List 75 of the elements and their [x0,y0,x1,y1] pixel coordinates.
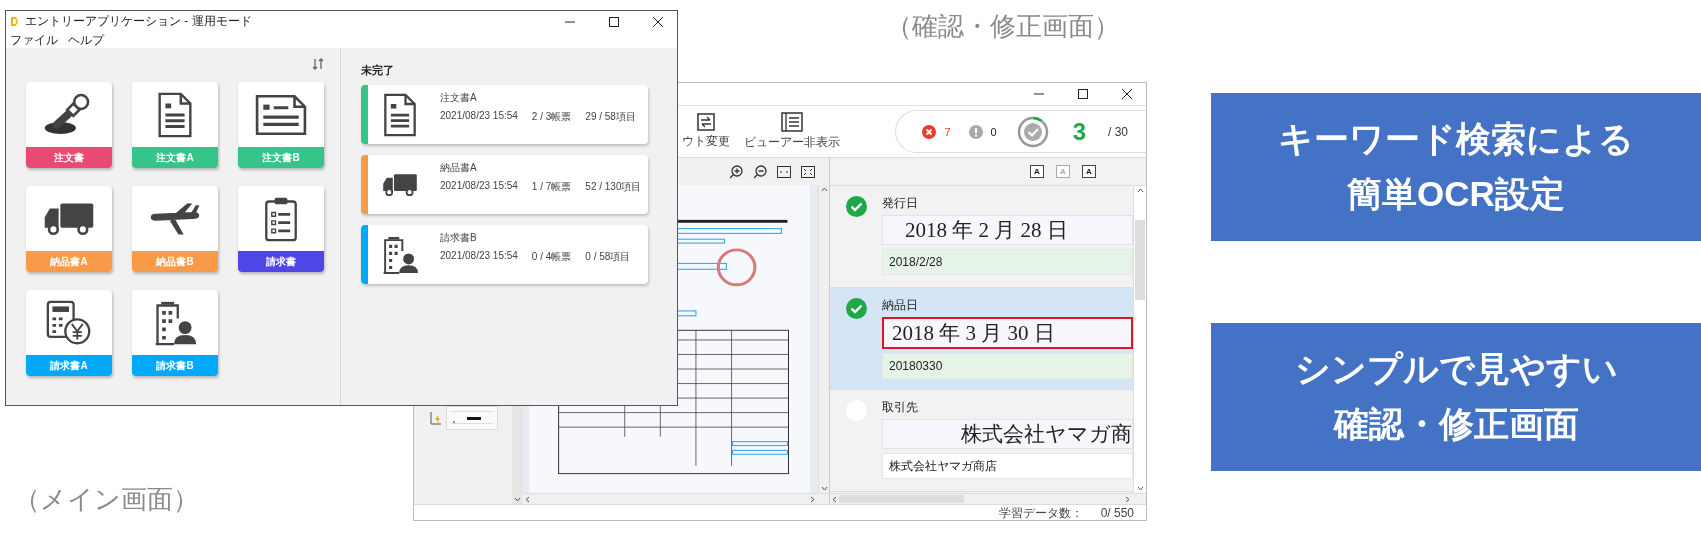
item-count: 0 / 58項目 [585,250,631,264]
form-count: 1 / 7帳票 [531,180,572,194]
field-label: 発行日 [882,195,918,212]
total-count: / 30 [1108,124,1128,139]
form-count: 0 / 4帳票 [531,250,572,264]
item-count: 29 / 58項目 [585,110,636,124]
scroll-left-icon[interactable] [523,494,532,504]
swap-layout-icon[interactable] [697,113,715,131]
status-value: 0/ 550 [1100,505,1134,520]
app-logo-icon [10,16,21,27]
scroll-down-icon[interactable] [819,484,829,493]
scroll-down-icon[interactable] [512,495,523,504]
scan-crop: 株式会社ヤマガ商 [882,419,1133,449]
fit-width-icon[interactable] [777,165,791,178]
scroll-up-icon[interactable] [819,185,829,194]
font-size-button[interactable]: A [1030,165,1044,178]
close-icon[interactable] [1122,89,1132,99]
card-date: 2021/08/23 15:54 [440,180,518,193]
sort-icon[interactable] [312,58,324,70]
scroll-left-icon[interactable] [830,494,839,504]
scan-crop: 2018 年 2 月 28 日 [882,215,1133,245]
document-type-tile[interactable]: 注文書 [26,82,112,168]
card-date: 2021/08/23 15:54 [440,250,518,263]
pending-card[interactable]: 納品書A 2021/08/23 15:54 1 / 7帳票 52 / 130項目 [361,155,648,214]
item-count: 52 / 130項目 [585,180,642,194]
pending-card[interactable]: 請求書B 2021/08/23 15:54 0 / 4帳票 0 / 58項目 [361,225,648,284]
document-type-tile[interactable]: 請求書 [238,186,324,272]
pending-card[interactable]: 注文書A 2021/08/23 15:54 2 / 3帳票 29 / 58項目 [361,85,648,144]
close-icon[interactable] [653,16,663,27]
scroll-right-icon[interactable] [1123,494,1132,504]
font-size-button[interactable]: A [1082,165,1096,178]
field-label: 納品日 [882,297,918,314]
value-field[interactable]: 2018/2/28 [882,249,1133,275]
section-heading: 未完了 [361,63,394,78]
scroll-right-icon[interactable] [808,494,817,504]
fit-page-icon[interactable] [801,165,815,178]
menu-item[interactable]: ヘルプ [68,33,104,47]
status-label: 学習データ数： [998,505,1083,520]
field-row[interactable]: 取引先 株式会社ヤマガ商 株式会社ヤマガ商店 [830,390,1133,492]
screen-caption: （確認・修正画面） [886,11,1120,41]
card-title: 請求書B [440,231,478,245]
callout-text: 簡単OCR設定 [1347,173,1565,215]
callout-text: キーワード検索による [1278,118,1634,160]
card-date: 2021/08/23 15:54 [440,110,518,123]
error-count: 7 [944,125,951,138]
card-title: 納品書A [440,161,478,175]
zoom-out-icon[interactable] [753,164,767,179]
card-title: 注文書A [440,91,478,105]
document-icon [382,92,418,137]
list-panel-icon[interactable] [781,112,803,132]
error-icon [922,124,937,139]
field-row[interactable]: 納品日 2018 年 3 月 30 日 20180330 [830,288,1133,390]
scroll-up-icon[interactable] [1135,186,1145,195]
callout-text: 確認・修正画面 [1333,403,1579,445]
done-count: 3 [1072,117,1086,146]
zoom-in-icon[interactable] [729,164,743,179]
form-count: 2 / 3帳票 [531,110,572,124]
toolbar-button[interactable]: ビューアー非表示 [744,106,840,157]
scan-crop: 2018 年 3 月 30 日 [882,317,1133,349]
value-field[interactable]: 20180330 [882,353,1133,379]
image-file-icon [430,411,442,425]
warning-count: 0 [990,125,997,138]
field-label: 取引先 [882,399,918,416]
field-row[interactable]: 発行日 2018 年 2 月 28 日 2018/2/28 [830,186,1133,288]
menu-item[interactable]: ファイル [10,33,58,47]
maximize-icon[interactable] [609,16,619,27]
callout-text: シンプルで見やすい [1294,348,1618,390]
scroll-down-icon[interactable] [1135,484,1145,493]
scrollbar-thumb[interactable] [1135,219,1145,300]
screen-caption: （メイン画面） [14,484,199,514]
warning-icon [968,124,983,139]
toolbar-button[interactable]: ウト変更 [682,106,730,157]
value-field[interactable]: 株式会社ヤマガ商店 [882,453,1133,479]
maximize-icon[interactable] [1078,89,1088,99]
window-title: エントリーアプリケーション - 運用モード [25,13,252,30]
